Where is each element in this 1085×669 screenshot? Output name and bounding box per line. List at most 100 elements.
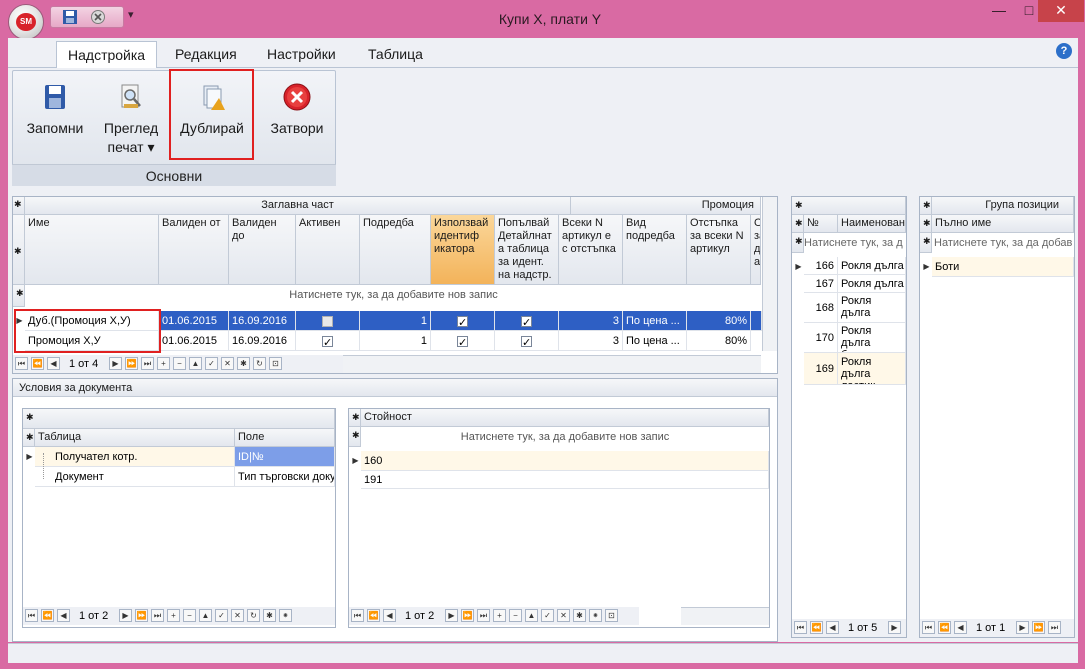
col-order[interactable]: Подредба bbox=[360, 215, 431, 285]
tab-table[interactable]: Таблица bbox=[357, 41, 434, 68]
cell-active[interactable] bbox=[296, 311, 360, 331]
column-chooser-icon[interactable]: ✱ bbox=[792, 215, 804, 233]
save-layout-button[interactable]: ⊡ bbox=[269, 357, 282, 370]
item-no-cell[interactable]: 169 bbox=[804, 353, 838, 385]
col-table[interactable]: Таблица bbox=[35, 429, 235, 447]
app-menu-button[interactable]: SM bbox=[8, 4, 44, 40]
close-window-button[interactable]: ✕ bbox=[1038, 0, 1084, 22]
col-item-name[interactable]: Наименовани bbox=[838, 215, 906, 233]
delete-record-button[interactable]: − bbox=[183, 609, 196, 622]
item-name-cell[interactable]: Рокля дълга bbox=[838, 275, 906, 293]
next-page-button[interactable]: ⏩ bbox=[135, 609, 148, 622]
item-no-cell[interactable]: 166 bbox=[804, 257, 838, 275]
values-new-row-hint[interactable]: Натиснете тук, за да добавите нов запис bbox=[361, 431, 769, 443]
item-name-cell[interactable]: Рокля дълга прихлупване bbox=[838, 293, 906, 323]
tab-edit[interactable]: Редакция bbox=[164, 41, 248, 68]
help-icon[interactable]: ? bbox=[1056, 43, 1072, 59]
prev-page-button[interactable]: ⏪ bbox=[810, 621, 823, 634]
prev-page-button[interactable]: ⏪ bbox=[31, 357, 44, 370]
first-page-button[interactable]: ⏮ bbox=[25, 609, 38, 622]
cancel-edit-button[interactable]: ✕ bbox=[231, 609, 244, 622]
cell-sort[interactable]: По цена ... bbox=[623, 331, 687, 351]
apply-button[interactable]: ✓ bbox=[541, 609, 554, 622]
filter-button[interactable]: ✱ bbox=[263, 609, 276, 622]
col-valid-from[interactable]: Валиден от bbox=[159, 215, 229, 285]
cell-order[interactable]: 1 bbox=[360, 331, 431, 351]
col-field[interactable]: Поле bbox=[235, 429, 335, 447]
refresh-button[interactable]: ↻ bbox=[253, 357, 266, 370]
fill-checkbox[interactable] bbox=[521, 333, 532, 350]
clear-filter-button[interactable]: ⁕ bbox=[589, 609, 602, 622]
col-use-identifier[interactable]: Използвай идентиф икатора bbox=[431, 215, 495, 285]
edit-record-button[interactable]: ▲ bbox=[189, 357, 202, 370]
cancel-edit-button[interactable]: ✕ bbox=[557, 609, 570, 622]
cond-field-cell[interactable]: Тип търговски доку bbox=[235, 467, 335, 487]
col-active[interactable]: Активен bbox=[296, 215, 360, 285]
col-sort-type[interactable]: Вид подредба bbox=[623, 215, 687, 285]
col-item-no[interactable]: № bbox=[804, 215, 838, 233]
prev-page-button[interactable]: ⏪ bbox=[938, 621, 951, 634]
cond-table-cell[interactable]: Документ bbox=[35, 467, 235, 487]
save-icon[interactable] bbox=[61, 9, 79, 25]
column-chooser-icon[interactable]: ✱ bbox=[920, 215, 932, 233]
active-checkbox[interactable] bbox=[322, 315, 333, 327]
first-page-button[interactable]: ⏮ bbox=[15, 357, 28, 370]
cell-to[interactable]: 16.09.2016 bbox=[229, 331, 296, 351]
cell-sort[interactable]: По цена ... bbox=[623, 311, 687, 331]
cell-use-id[interactable] bbox=[431, 331, 495, 351]
next-page-button[interactable]: ⏩ bbox=[461, 609, 474, 622]
cell-every-n[interactable]: 3 bbox=[559, 331, 623, 351]
close-circle-icon[interactable] bbox=[89, 9, 107, 25]
column-chooser-icon[interactable]: ✱ bbox=[23, 429, 35, 447]
value-cell[interactable]: 191 bbox=[361, 471, 769, 489]
col-fill-detail[interactable]: Попълвай Детайлнат а таблица за идент. н… bbox=[495, 215, 559, 285]
minimize-button[interactable]: — bbox=[985, 0, 1013, 22]
next-record-button[interactable]: ▶ bbox=[888, 621, 901, 634]
next-page-button[interactable]: ⏩ bbox=[125, 357, 138, 370]
prev-record-button[interactable]: ◀ bbox=[383, 609, 396, 622]
cell-order[interactable]: 1 bbox=[360, 311, 431, 331]
first-page-button[interactable]: ⏮ bbox=[922, 621, 935, 634]
cond-table-cell[interactable]: Получател котр. bbox=[35, 447, 235, 467]
cell-overflow[interactable] bbox=[751, 311, 762, 331]
close-button[interactable]: Затвори bbox=[262, 82, 332, 136]
item-name-cell[interactable]: Рокля дълга bbox=[838, 257, 906, 275]
col-value[interactable]: Стойност bbox=[361, 409, 769, 427]
header-grid-hscroll[interactable] bbox=[343, 355, 761, 373]
next-record-button[interactable]: ▶ bbox=[109, 357, 122, 370]
last-page-button[interactable]: ⏭ bbox=[151, 609, 164, 622]
tab-settings[interactable]: Настройки bbox=[256, 41, 347, 68]
apply-button[interactable]: ✓ bbox=[215, 609, 228, 622]
col-full-name[interactable]: Пълно име bbox=[932, 215, 1074, 233]
cell-every-n[interactable]: 3 bbox=[559, 311, 623, 331]
next-record-button[interactable]: ▶ bbox=[119, 609, 132, 622]
print-preview-button[interactable]: Преглед печат ▾ bbox=[97, 82, 165, 156]
column-chooser-icon[interactable]: ✱ bbox=[349, 409, 361, 427]
next-record-button[interactable]: ▶ bbox=[1016, 621, 1029, 634]
cell-from[interactable]: 01.06.2015 bbox=[159, 311, 229, 331]
cell-active[interactable] bbox=[296, 331, 360, 351]
column-chooser-icon[interactable]: ✱ bbox=[13, 215, 25, 285]
filter-button[interactable]: ✱ bbox=[237, 357, 250, 370]
active-checkbox[interactable] bbox=[322, 333, 333, 350]
prev-record-button[interactable]: ◀ bbox=[826, 621, 839, 634]
cancel-edit-button[interactable]: ✕ bbox=[221, 357, 234, 370]
filter-button[interactable]: ✱ bbox=[573, 609, 586, 622]
col-valid-to[interactable]: Валиден до bbox=[229, 215, 296, 285]
groups-filter-hint[interactable]: Натиснете тук, за да добав bbox=[934, 237, 1074, 249]
item-no-cell[interactable]: 170 bbox=[804, 323, 838, 353]
item-name-cell[interactable]: Рокля дълга ластик ТЕСТ bbox=[838, 353, 906, 385]
header-new-row-hint[interactable]: Натиснете тук, за да добавите нов запис bbox=[25, 289, 762, 301]
qat-customize-button[interactable]: ▾ bbox=[128, 8, 134, 21]
item-no-cell[interactable]: 168 bbox=[804, 293, 838, 323]
cell-discount[interactable]: 80% bbox=[687, 311, 751, 331]
values-hscroll[interactable] bbox=[681, 607, 769, 625]
item-no-cell[interactable]: 167 bbox=[804, 275, 838, 293]
delete-record-button[interactable]: − bbox=[509, 609, 522, 622]
prev-page-button[interactable]: ⏪ bbox=[41, 609, 54, 622]
cell-to[interactable]: 16.09.2016 bbox=[229, 311, 296, 331]
header-grid-vscroll[interactable] bbox=[762, 197, 777, 351]
first-page-button[interactable]: ⏮ bbox=[794, 621, 807, 634]
use-id-checkbox[interactable] bbox=[457, 333, 468, 350]
cell-use-id[interactable] bbox=[431, 311, 495, 331]
